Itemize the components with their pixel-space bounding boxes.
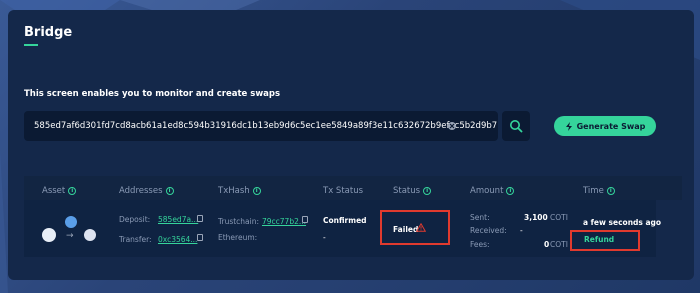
page-subtitle: This screen enables you to monitor and c… (24, 89, 281, 99)
source-chain-icon (65, 216, 77, 228)
trustchain-label: Trustchain: (218, 217, 260, 226)
fees-label: Fees: (470, 240, 490, 249)
page-title: Bridge (24, 25, 73, 40)
ethereum-coin-icon (84, 229, 96, 241)
copy-icon[interactable] (302, 216, 308, 223)
column-header-status: Status i (393, 186, 432, 196)
time-value: a few seconds ago (583, 218, 662, 227)
column-header-asset: Asset i (42, 186, 77, 196)
sent-unit: COTI (550, 213, 568, 222)
ethereum-label: Ethereum: (218, 233, 258, 242)
status-badge: Failed (393, 225, 419, 234)
tx-status-trustchain: Confirmed (323, 216, 367, 225)
search-icon (510, 120, 523, 133)
fees-unit: COTI (550, 240, 568, 249)
info-icon[interactable]: i (252, 187, 261, 195)
sent-label: Sent: (470, 213, 490, 222)
info-icon[interactable]: i (165, 187, 174, 195)
info-icon[interactable]: i (68, 187, 77, 195)
sent-value: 3,100 (524, 213, 548, 222)
title-underline (24, 44, 38, 46)
generate-swap-label: Generate Swap (576, 121, 646, 131)
column-header-addresses: Addresses i (119, 186, 174, 196)
coti-coin-icon (42, 228, 56, 242)
info-icon[interactable]: i (506, 187, 515, 195)
deposit-address-link[interactable]: 585ed7a... (158, 215, 198, 224)
received-value: - (520, 226, 523, 235)
fees-value: 0 (544, 240, 550, 249)
generate-swap-button[interactable]: Generate Swap (554, 116, 656, 136)
copy-icon[interactable] (197, 234, 203, 241)
lightning-icon (565, 121, 572, 131)
transfer-address-link[interactable]: 0xc3564... (158, 235, 197, 244)
swap-search-value: 585ed7af6d301fd7cd8acb61a1ed8c594b31916d… (34, 121, 498, 131)
info-icon[interactable]: i (606, 187, 615, 195)
arrow-right-icon: → (66, 231, 74, 241)
column-header-tx-status: Tx Status (323, 186, 364, 196)
trustchain-hash-link[interactable]: 79cc77b2... (262, 217, 306, 226)
transfer-label: Transfer: (119, 235, 152, 244)
info-icon[interactable]: i (423, 187, 432, 195)
refund-link[interactable]: Refund (584, 235, 614, 244)
column-header-time: Time i (583, 186, 615, 196)
clear-icon[interactable] (448, 122, 456, 130)
column-header-txhash: TxHash i (218, 186, 261, 196)
warning-icon (416, 223, 426, 232)
search-button[interactable] (502, 111, 530, 141)
tx-status-ethereum: - (323, 233, 326, 242)
column-header-amount: Amount i (470, 186, 515, 196)
copy-icon[interactable] (197, 215, 203, 222)
deposit-label: Deposit: (119, 215, 151, 224)
swap-search-input[interactable]: 585ed7af6d301fd7cd8acb61a1ed8c594b31916d… (24, 111, 498, 141)
received-label: Received: (470, 226, 507, 235)
